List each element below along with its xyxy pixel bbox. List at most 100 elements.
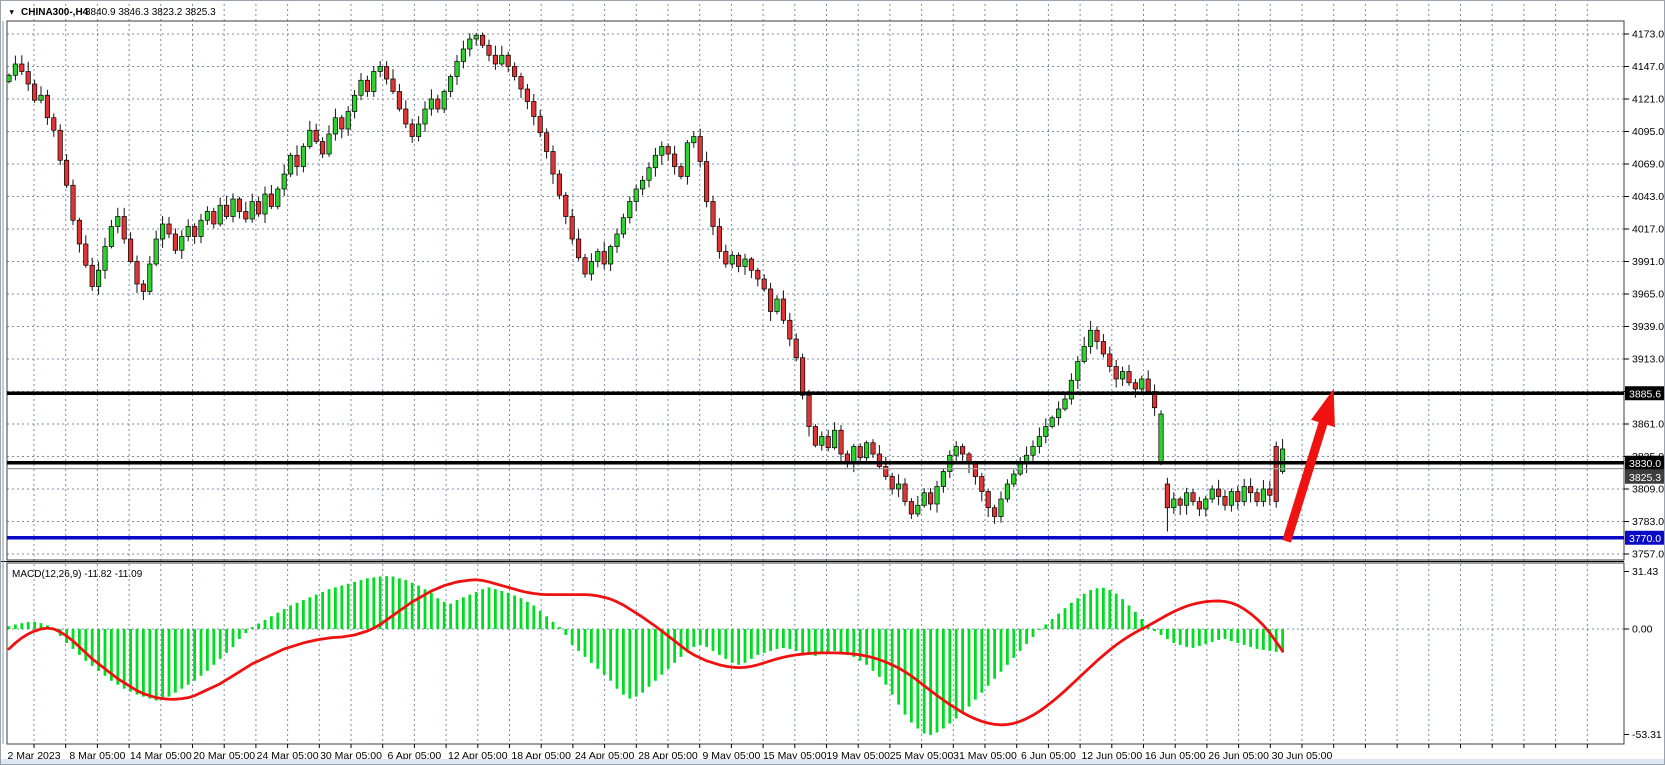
bear-candle: [570, 217, 574, 240]
bull-candle: [621, 218, 625, 234]
bear-candle: [1114, 367, 1118, 380]
bear-candle: [269, 194, 273, 207]
bear-candle: [602, 252, 606, 265]
bear-candle: [794, 339, 798, 358]
bull-candle: [288, 155, 292, 174]
bull-candle: [378, 67, 382, 72]
bull-candle: [263, 194, 267, 214]
price-badge-label: 3825.3: [1629, 472, 1661, 484]
bear-candle: [244, 212, 248, 220]
bull-candle: [160, 224, 164, 239]
bear-candle: [487, 45, 491, 55]
bear-candle: [800, 358, 804, 396]
bull-candle: [692, 137, 696, 143]
bull-candle: [628, 202, 632, 218]
bear-candle: [1127, 372, 1131, 383]
bear-candle: [340, 118, 344, 129]
bear-candle: [192, 227, 196, 237]
macd-tick-label: 0.00: [1632, 624, 1653, 636]
bear-candle: [992, 508, 996, 517]
bear-candle: [512, 67, 516, 77]
price-chart[interactable]: 4173.04147.04121.04095.04069.04043.04017…: [1, 1, 1665, 765]
bear-candle: [890, 477, 894, 490]
bull-candle: [1082, 347, 1086, 362]
bull-candle: [634, 189, 638, 202]
bull-candle: [474, 35, 478, 39]
bull-candle: [1069, 380, 1073, 399]
price-tick-label: 3991.0: [1632, 256, 1664, 268]
bull-candle: [429, 99, 433, 109]
bull-candle: [154, 239, 158, 264]
bear-candle: [1146, 379, 1150, 392]
bear-candle: [212, 212, 216, 225]
bull-candle: [1088, 330, 1092, 346]
bull-candle: [647, 168, 651, 181]
price-tick-label: 3809.0: [1632, 484, 1664, 496]
bull-candle: [999, 499, 1003, 517]
bull-candle: [832, 430, 836, 448]
bull-candle: [1204, 499, 1208, 509]
bear-candle: [128, 239, 132, 262]
bear-candle: [493, 55, 497, 64]
bull-candle: [352, 95, 356, 111]
bull-candle: [1037, 437, 1041, 447]
bull-candle: [199, 220, 203, 236]
bull-candle: [775, 299, 779, 312]
chart-window: 4173.04147.04121.04095.04069.04043.04017…: [0, 0, 1665, 765]
bear-candle: [1178, 499, 1182, 505]
bear-candle: [84, 244, 88, 265]
price-tick-label: 3939.0: [1632, 321, 1664, 333]
bear-candle: [909, 502, 913, 515]
symbol-dropdown-icon[interactable]: ▼: [8, 8, 15, 17]
price-tick-label: 4173.0: [1632, 29, 1664, 41]
bear-candle: [711, 202, 715, 227]
bear-candle: [404, 109, 408, 124]
bear-candle: [928, 493, 932, 504]
price-tick-label: 4069.0: [1632, 159, 1664, 171]
bull-candle: [148, 264, 152, 292]
bull-candle: [186, 227, 190, 237]
bull-candle: [1005, 484, 1009, 499]
bear-candle: [839, 430, 843, 454]
time-axis[interactable]: 2 Mar 20238 Mar 05:0014 Mar 05:0020 Mar …: [1, 744, 1665, 765]
bear-candle: [58, 130, 62, 160]
price-tick-label: 3757.0: [1632, 549, 1664, 561]
price-tick-label: 4121.0: [1632, 94, 1664, 106]
symbol-period-label: CHINA300-,H4: [21, 7, 89, 18]
bear-candle: [365, 80, 369, 91]
bear-candle: [20, 64, 24, 72]
bull-candle: [282, 174, 286, 189]
bull-candle: [608, 247, 612, 265]
bull-candle: [372, 72, 376, 92]
bear-candle: [903, 484, 907, 502]
bear-candle: [564, 195, 568, 216]
bull-candle: [333, 118, 337, 134]
price-tick-label: 4043.0: [1632, 191, 1664, 203]
bear-candle: [538, 117, 542, 133]
bull-candle: [596, 252, 600, 262]
bull-candle: [218, 205, 222, 224]
trend-arrow[interactable]: [1287, 389, 1335, 541]
bear-candle: [90, 265, 94, 286]
bull-candle: [327, 134, 331, 154]
bull-candle: [500, 55, 504, 64]
bull-candle: [1050, 418, 1054, 427]
bull-candle: [1012, 474, 1016, 484]
bull-candle: [39, 95, 43, 100]
level-lines-layer[interactable]: [7, 393, 1624, 538]
bull-candle: [103, 247, 107, 271]
bear-candle: [717, 227, 721, 252]
bear-candle: [973, 464, 977, 477]
price-axis[interactable]: 4173.04147.04121.04095.04069.04043.04017…: [1624, 1, 1665, 765]
bull-candle: [1120, 372, 1124, 380]
bear-candle: [871, 443, 875, 454]
bear-candle: [826, 437, 830, 448]
bull-candle: [1140, 379, 1144, 389]
bear-candle: [384, 67, 388, 80]
bull-candle: [180, 237, 184, 251]
bear-candle: [410, 124, 414, 137]
window-bottom-strip: [1, 759, 1665, 765]
bear-candle: [672, 154, 676, 167]
price-tick-label: 3783.0: [1632, 516, 1664, 528]
bear-candle: [52, 118, 56, 131]
